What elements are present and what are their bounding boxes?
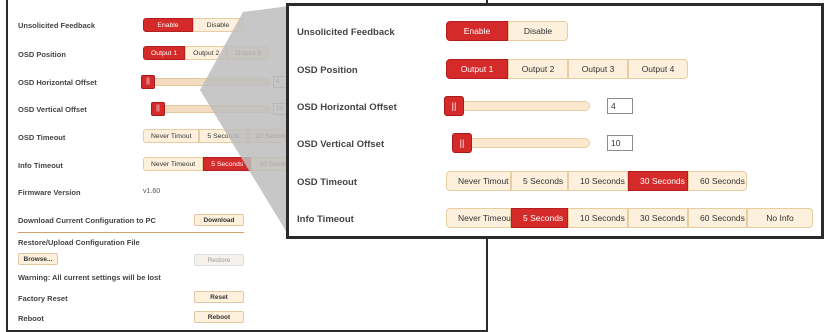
zoom-osd-position-label: OSD Position [297,65,358,76]
zoom-info-timeout-never[interactable]: Never Timeout [446,208,513,228]
zoom-osd-timeout-never[interactable]: Never Timout [446,171,511,191]
osd-h-offset-label: OSD Horizontal Offset [18,78,97,87]
firmware-version-label: Firmware Version [18,188,81,197]
zoom-feedback-toggle: Enable Disable [446,21,568,41]
osd-timeout-5s[interactable]: 5 Seconds [199,129,248,143]
info-timeout-5s[interactable]: 5 Seconds [203,157,252,171]
reboot-label: Reboot [18,314,44,323]
osd-position-output-2[interactable]: Output 2 [185,46,228,60]
unsolicited-feedback-label: Unsolicited Feedback [18,21,96,30]
zoom-osd-v-offset-label: OSD Vertical Offset [297,139,385,150]
osd-position-output-1[interactable]: Output 1 [143,46,186,60]
osd-position-output-3[interactable]: Output 3 [227,46,270,60]
download-button[interactable]: Download [194,214,244,226]
factory-reset-label: Factory Reset [18,294,68,303]
zoom-info-timeout-30s[interactable]: 30 Seconds [628,208,688,228]
osd-position-group: Output 1 Output 2 Output 3 [143,46,270,60]
zoom-unsolicited-feedback-label: Unsolicited Feedback [297,27,395,38]
zoom-info-timeout-10s[interactable]: 10 Seconds [568,208,628,228]
osd-v-offset-label: OSD Vertical Offset [18,105,87,114]
osd-v-offset-thumb[interactable]: || [151,102,165,116]
osd-h-offset-slider[interactable] [141,78,271,86]
divider [18,232,244,233]
zoom-osd-timeout-5s[interactable]: 5 Seconds [511,171,568,191]
zoom-osd-timeout-group: Never Timout 5 Seconds 10 Seconds 30 Sec… [446,171,747,191]
zoom-osd-position-output-2[interactable]: Output 2 [508,59,568,79]
zoomed-settings-panel: Unsolicited Feedback Enable Disable OSD … [286,3,824,239]
download-config-label: Download Current Configuration to PC [18,216,156,225]
zoom-osd-h-offset-thumb[interactable]: || [444,96,464,116]
zoom-osd-timeout-60s[interactable]: 60 Seconds [688,171,747,191]
feedback-enable-button[interactable]: Enable [143,18,193,32]
info-timeout-group: Never Timeout 5 Seconds 10 Seconds [143,157,304,171]
zoom-feedback-disable-button[interactable]: Disable [508,21,568,41]
reset-button[interactable]: Reset [194,291,244,303]
zoom-feedback-enable-button[interactable]: Enable [446,21,508,41]
osd-timeout-never[interactable]: Never Timout [143,129,200,143]
osd-v-offset-slider[interactable] [151,105,271,113]
zoom-osd-v-offset-slider[interactable] [452,138,590,148]
zoom-info-timeout-none[interactable]: No Info [747,208,813,228]
zoom-info-timeout-60s[interactable]: 60 Seconds [688,208,747,228]
zoom-osd-timeout-10s[interactable]: 10 Seconds [568,171,628,191]
zoom-osd-timeout-label: OSD Timeout [297,177,357,188]
zoom-osd-timeout-30s[interactable]: 30 Seconds [628,171,688,191]
restore-config-label: Restore/Upload Configuration File [18,238,140,247]
zoom-osd-v-offset-thumb[interactable]: || [452,133,472,153]
osd-timeout-group: Never Timout 5 Seconds 10 Seconds [143,129,300,143]
zoom-osd-position-output-4[interactable]: Output 4 [628,59,688,79]
restore-button[interactable]: Restore [194,254,244,266]
info-timeout-never[interactable]: Never Timeout [143,157,204,171]
osd-position-label: OSD Position [18,50,66,59]
zoom-osd-h-offset-label: OSD Horizontal Offset [297,102,397,113]
browse-button[interactable]: Browse... [18,253,58,265]
zoom-osd-position-output-3[interactable]: Output 3 [568,59,628,79]
osd-h-offset-thumb[interactable]: || [141,75,155,89]
zoom-osd-position-group: Output 1 Output 2 Output 3 Output 4 [446,59,688,79]
info-timeout-label: Info Timeout [18,161,63,170]
osd-timeout-label: OSD Timeout [18,133,66,142]
zoom-info-timeout-5s[interactable]: 5 Seconds [511,208,568,228]
feedback-toggle: Enable Disable [143,18,243,32]
firmware-version-value: v1.60 [143,188,161,195]
feedback-disable-button[interactable]: Disable [193,18,243,32]
zoom-osd-h-offset-input[interactable]: 4 [607,98,633,114]
zoom-info-timeout-label: Info Timeout [297,214,354,225]
zoom-info-timeout-group: Never Timeout 5 Seconds 10 Seconds 30 Se… [446,208,813,228]
zoom-osd-position-output-1[interactable]: Output 1 [446,59,508,79]
zoom-osd-v-offset-input[interactable]: 10 [607,135,633,151]
zoom-osd-h-offset-slider[interactable] [444,101,590,111]
reboot-button[interactable]: Reboot [194,311,244,323]
restore-warning: Warning: All current settings will be lo… [18,273,161,282]
